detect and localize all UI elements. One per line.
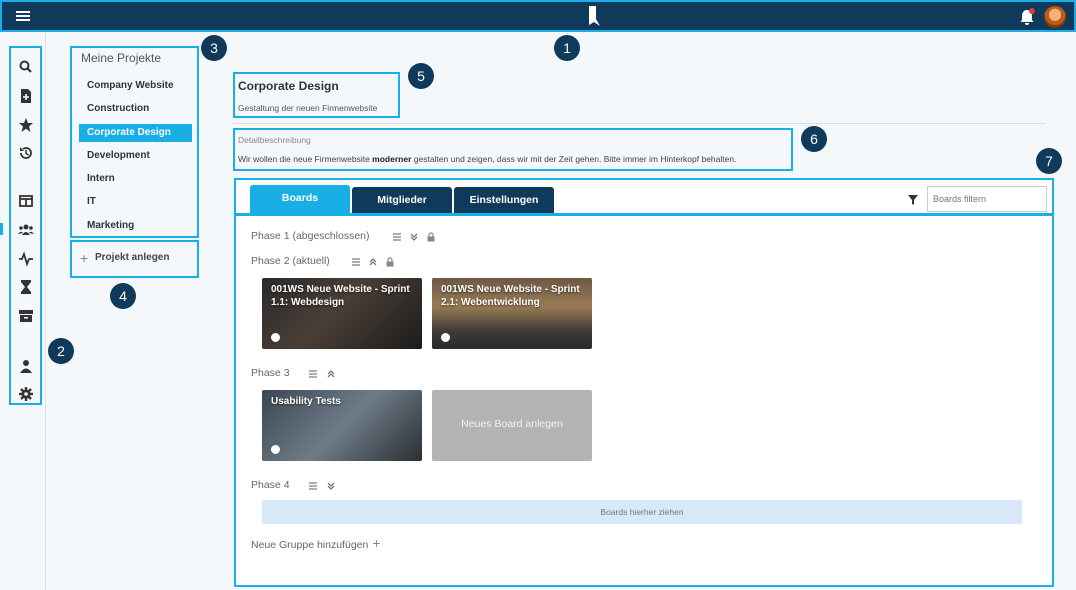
project-item-active[interactable]: Corporate Design [79, 124, 192, 142]
callout-badge: 7 [1036, 148, 1062, 174]
expand-down-icon[interactable] [326, 481, 336, 491]
boards-panel: Boards Mitglieder Einstellungen Phase 1 … [234, 178, 1054, 587]
project-title[interactable]: Corporate Design [238, 79, 339, 93]
team-icon[interactable] [18, 222, 34, 238]
lock-icon[interactable] [426, 232, 436, 242]
menu-lines-icon[interactable] [392, 232, 402, 242]
board-card[interactable]: Usability Tests [262, 390, 422, 461]
globe-icon [441, 333, 450, 342]
phase-label: Phase 4 [251, 479, 290, 491]
filter-icon[interactable] [907, 194, 919, 206]
hourglass-icon[interactable] [18, 279, 34, 295]
menu-lines-icon[interactable] [351, 257, 361, 267]
project-description: Detailbeschreibung Wir wollen die neue F… [233, 128, 793, 171]
board-card-title: 001WS Neue Website - Sprint 1.1: Webdesi… [271, 284, 410, 308]
project-item[interactable]: Construction [79, 100, 192, 118]
board-card-title: 001WS Neue Website - Sprint 2.1: Webentw… [441, 284, 580, 308]
project-header: Corporate Design Gestaltung der neuen Fi… [233, 72, 400, 118]
callout-badge: 1 [554, 35, 580, 61]
lock-icon[interactable] [385, 257, 395, 267]
collapse-up-icon[interactable] [326, 369, 336, 379]
board-card-title: Usability Tests [271, 396, 341, 407]
top-bar [0, 0, 1076, 32]
tab-boards[interactable]: Boards [250, 185, 350, 214]
callout-badge: 4 [110, 283, 136, 309]
project-list-title: Meine Projekte [81, 51, 162, 65]
divider [233, 123, 1046, 124]
menu-icon[interactable] [16, 9, 30, 23]
boards-icon[interactable] [18, 193, 34, 209]
globe-icon [271, 445, 280, 454]
history-icon[interactable] [18, 145, 34, 161]
project-item[interactable]: Company Website [79, 77, 192, 95]
add-file-icon[interactable] [18, 88, 34, 104]
activity-icon[interactable] [18, 251, 34, 267]
active-indicator [0, 223, 3, 235]
new-project-button[interactable]: + Projekt anlegen [70, 240, 199, 278]
user-icon[interactable] [18, 358, 34, 374]
phase-label: Phase 3 [251, 367, 290, 379]
tab-members[interactable]: Mitglieder [352, 187, 452, 214]
callout-badge: 5 [408, 63, 434, 89]
callout-badge: 3 [201, 35, 227, 61]
board-dropzone[interactable]: Boards hierher ziehen [262, 500, 1022, 524]
expand-down-icon[interactable] [409, 232, 419, 242]
phase-label: Phase 2 (aktuell) [251, 255, 330, 267]
app-logo[interactable] [587, 5, 601, 27]
archive-icon[interactable] [18, 308, 34, 324]
callout-badge: 2 [48, 338, 74, 364]
user-avatar[interactable] [1044, 6, 1066, 28]
globe-icon [271, 333, 280, 342]
star-icon[interactable] [18, 117, 34, 133]
project-item[interactable]: Development [79, 147, 192, 165]
board-card[interactable]: 001WS Neue Website - Sprint 1.1: Webdesi… [262, 278, 422, 349]
left-rail [0, 32, 46, 590]
tab-underline [236, 213, 1052, 216]
rail-icon-group [9, 46, 42, 405]
board-filter-input[interactable] [927, 186, 1047, 212]
description-label: Detailbeschreibung [238, 135, 311, 145]
board-card[interactable]: 001WS Neue Website - Sprint 2.1: Webentw… [432, 278, 592, 349]
gear-icon[interactable] [18, 386, 34, 402]
phase-label: Phase 1 (abgeschlossen) [251, 230, 370, 242]
new-board-label: Neues Board anlegen [461, 418, 563, 430]
project-subtitle[interactable]: Gestaltung der neuen Firmenwebsite [238, 103, 377, 113]
menu-lines-icon[interactable] [308, 481, 318, 491]
menu-lines-icon[interactable] [308, 369, 318, 379]
project-item[interactable]: Marketing [79, 217, 192, 235]
project-list: Meine Projekte Company Website Construct… [70, 46, 199, 238]
add-group-button[interactable]: Neue Gruppe hinzufügen + [251, 535, 381, 551]
plus-icon: + [80, 250, 89, 266]
notification-dot [1029, 8, 1035, 14]
new-project-label: Projekt anlegen [95, 252, 170, 263]
tab-settings[interactable]: Einstellungen [454, 187, 554, 214]
new-board-button[interactable]: Neues Board anlegen [432, 390, 592, 461]
callout-badge: 6 [801, 126, 827, 152]
project-item[interactable]: IT [79, 193, 192, 211]
plus-icon: + [372, 535, 381, 551]
description-text[interactable]: Wir wollen die neue Firmenwebsite modern… [238, 154, 736, 164]
collapse-up-icon[interactable] [368, 257, 378, 267]
project-item[interactable]: Intern [79, 170, 192, 188]
bell-icon[interactable] [1018, 8, 1036, 26]
search-icon[interactable] [18, 59, 34, 75]
